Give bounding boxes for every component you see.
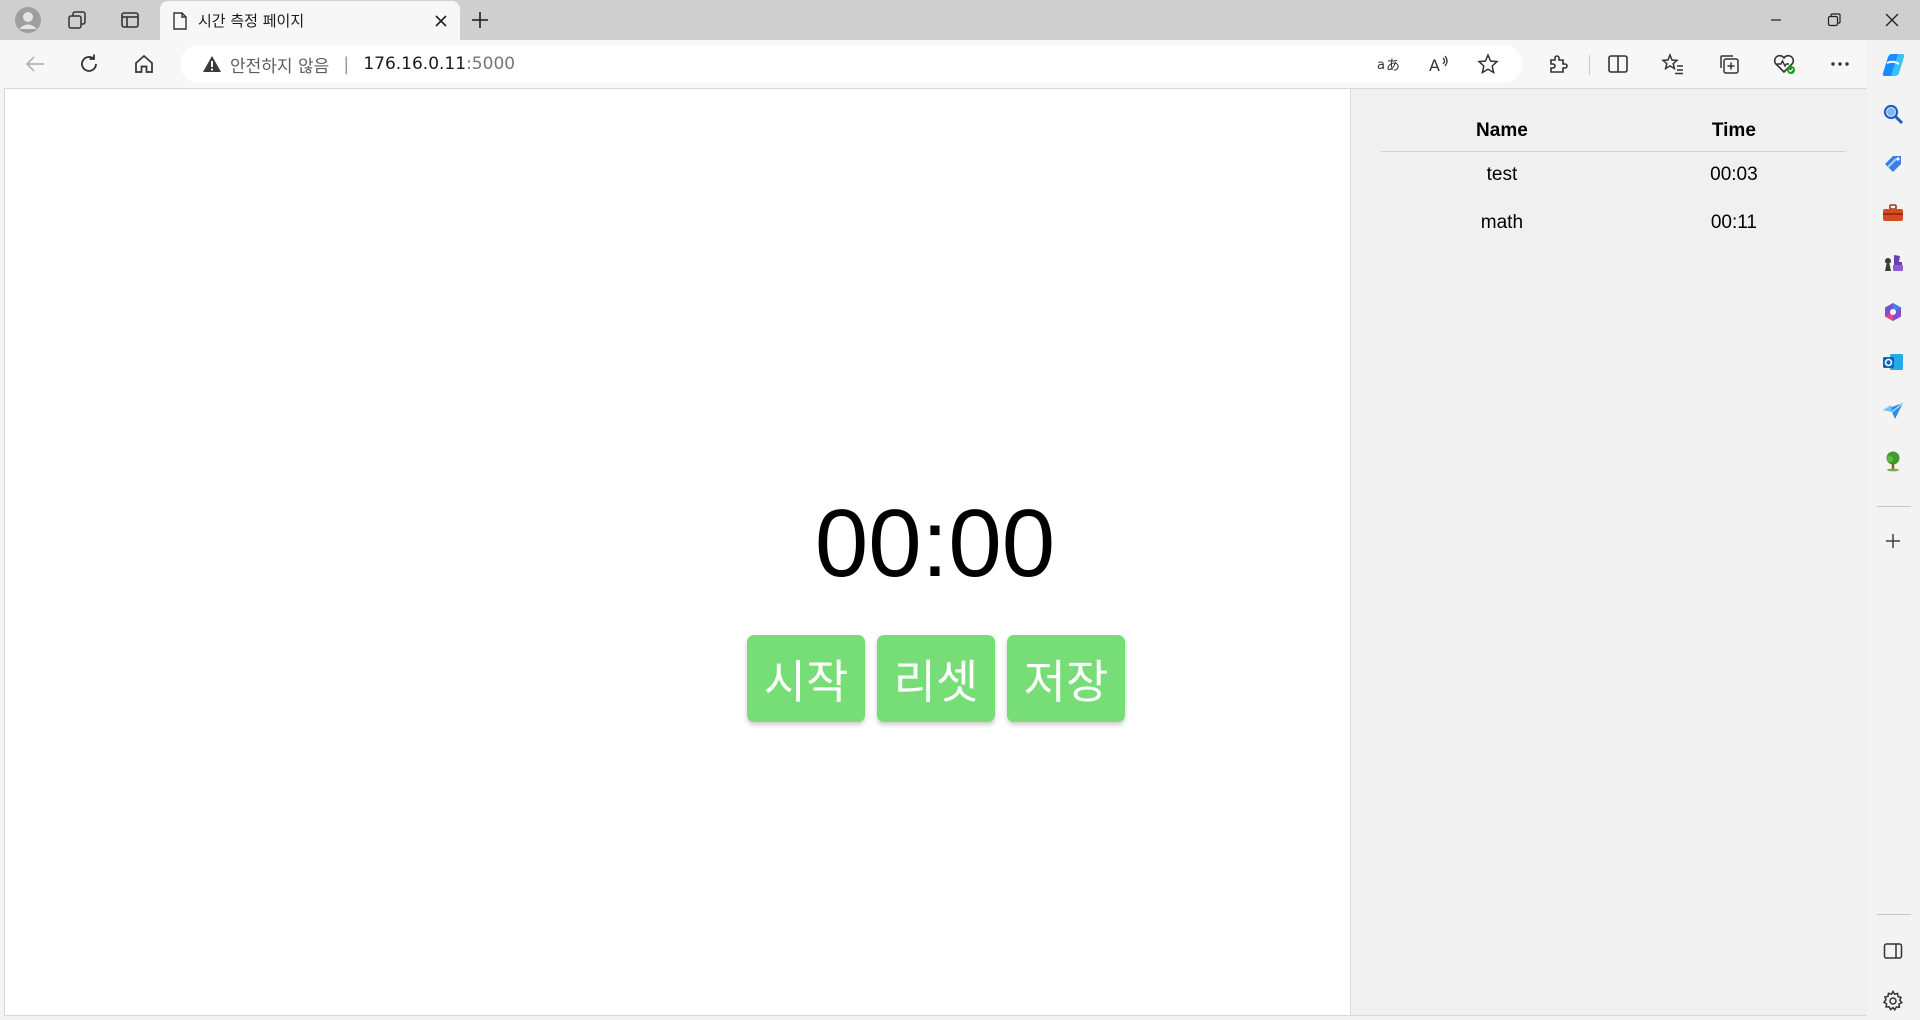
copilot-icon bbox=[1882, 54, 1905, 76]
page-icon bbox=[173, 11, 187, 30]
minimize-button[interactable] bbox=[1750, 0, 1802, 40]
copilot-button[interactable] bbox=[1875, 47, 1911, 83]
address-separator: | bbox=[343, 53, 350, 75]
extensions-button[interactable] bbox=[1538, 46, 1578, 82]
browser-essentials-button[interactable] bbox=[1764, 46, 1804, 82]
minimize-icon bbox=[1771, 19, 1781, 21]
table-row: math 00:11 bbox=[1381, 199, 1845, 247]
close-icon bbox=[1885, 13, 1899, 27]
record-time: 00:11 bbox=[1710, 212, 1757, 233]
close-tab-icon[interactable] bbox=[434, 14, 448, 28]
address-bar[interactable]: 안전하지 않음 | 176.16.0.11:5000 a あ A bbox=[180, 45, 1522, 83]
settings-more-button[interactable] bbox=[1820, 46, 1860, 82]
back-button[interactable] bbox=[16, 46, 54, 82]
sidebar-settings-button[interactable] bbox=[1875, 983, 1911, 1019]
chess-pieces-icon bbox=[1885, 255, 1903, 271]
more-icon bbox=[1831, 62, 1849, 66]
sidebar-divider bbox=[1877, 506, 1911, 507]
profile-button[interactable] bbox=[8, 4, 48, 36]
collections-button[interactable] bbox=[1709, 46, 1749, 82]
plus-icon bbox=[472, 12, 488, 28]
active-tab[interactable]: 시간 측정 페이지 bbox=[160, 1, 460, 40]
save-button[interactable]: 저장 bbox=[1007, 635, 1125, 722]
sidebar-panel-icon bbox=[1883, 943, 1903, 959]
close-window-button[interactable] bbox=[1866, 0, 1918, 40]
shopping-button[interactable] bbox=[1875, 146, 1911, 182]
url-port[interactable]: :5000 bbox=[466, 54, 515, 74]
tab-title: 시간 측정 페이지 bbox=[198, 12, 305, 30]
record-name: math bbox=[1480, 212, 1524, 233]
office-icon bbox=[1885, 303, 1901, 321]
vertical-tabs-button[interactable] bbox=[110, 4, 150, 36]
puzzle-icon bbox=[1550, 55, 1568, 73]
tab-strip: 시간 측정 페이지 bbox=[0, 0, 1920, 40]
start-button[interactable]: 시작 bbox=[747, 635, 865, 722]
search-sidebar-button[interactable] bbox=[1875, 96, 1911, 132]
column-header-name: Name bbox=[1381, 111, 1623, 152]
outlook-button[interactable] bbox=[1875, 344, 1911, 380]
tab-actions-icon bbox=[121, 12, 139, 28]
table-row: test 00:03 bbox=[1381, 151, 1845, 199]
column-header-time: Time bbox=[1622, 111, 1845, 152]
records-panel: Name Time test 00:03 math 00:11 bbox=[1350, 89, 1867, 1015]
games-button[interactable] bbox=[1875, 245, 1911, 281]
new-tab-button[interactable] bbox=[462, 4, 498, 36]
back-arrow-icon bbox=[25, 56, 44, 72]
home-icon bbox=[135, 54, 153, 73]
star-icon bbox=[1477, 53, 1499, 75]
record-time: 00:03 bbox=[1710, 164, 1758, 186]
refresh-icon bbox=[81, 54, 97, 72]
svg-text:あ: あ bbox=[1386, 58, 1400, 74]
record-name: test bbox=[1486, 164, 1518, 186]
read-aloud-icon: A bbox=[1429, 55, 1448, 74]
favorites-list-icon bbox=[1661, 53, 1683, 75]
edge-sidebar bbox=[1866, 40, 1920, 1020]
toolbox-icon bbox=[1883, 204, 1903, 221]
workspaces-icon bbox=[68, 11, 86, 29]
toolbar-divider bbox=[1589, 55, 1590, 75]
search-icon bbox=[1883, 104, 1904, 125]
heart-pulse-icon bbox=[1773, 54, 1795, 74]
records-table: Name Time test 00:03 math 00:11 bbox=[1381, 111, 1845, 247]
warning-icon bbox=[203, 56, 221, 72]
web-content: 00:00 시작 리셋 저장 Name Time test 00:03 math… bbox=[4, 88, 1867, 1016]
svg-text:A: A bbox=[1429, 56, 1440, 74]
collections-icon bbox=[1720, 55, 1739, 74]
split-screen-button[interactable] bbox=[1598, 46, 1638, 82]
refresh-button[interactable] bbox=[70, 46, 108, 82]
browser-toolbar: 안전하지 않음 | 176.16.0.11:5000 a あ A bbox=[0, 40, 1920, 88]
svg-text:a: a bbox=[1377, 58, 1385, 73]
drop-button[interactable] bbox=[1875, 393, 1911, 429]
reset-button[interactable]: 리셋 bbox=[877, 635, 995, 722]
favorites-button[interactable] bbox=[1653, 46, 1693, 82]
send-icon bbox=[1883, 402, 1904, 419]
home-button[interactable] bbox=[125, 46, 163, 82]
url-host[interactable]: 176.16.0.11 bbox=[363, 54, 466, 74]
add-sidebar-app-button[interactable] bbox=[1875, 523, 1911, 559]
split-screen-icon bbox=[1608, 55, 1628, 73]
timer-controls: 시작 리셋 저장 bbox=[747, 635, 1125, 722]
profile-icon bbox=[15, 7, 41, 33]
records-header-row: Name Time bbox=[1381, 111, 1845, 152]
restore-button[interactable] bbox=[1808, 0, 1860, 40]
hide-sidebar-button[interactable] bbox=[1875, 933, 1911, 969]
tree-icon bbox=[1886, 451, 1900, 472]
outlook-icon bbox=[1883, 354, 1903, 370]
workspaces-button[interactable] bbox=[57, 4, 97, 36]
tools-button[interactable] bbox=[1875, 195, 1911, 231]
plus-icon bbox=[1886, 534, 1900, 548]
translate-button[interactable]: a あ bbox=[1372, 49, 1406, 79]
security-status-text[interactable]: 안전하지 않음 bbox=[230, 52, 329, 77]
tag-icon bbox=[1885, 156, 1901, 172]
microsoft-365-button[interactable] bbox=[1875, 294, 1911, 330]
gear-icon bbox=[1882, 990, 1903, 1012]
translate-icon: a あ bbox=[1377, 58, 1400, 74]
read-aloud-button[interactable]: A bbox=[1422, 49, 1456, 79]
tree-button[interactable] bbox=[1875, 443, 1911, 479]
sidebar-divider bbox=[1877, 914, 1911, 915]
favorite-button[interactable] bbox=[1471, 49, 1505, 79]
restore-icon bbox=[1827, 13, 1841, 27]
